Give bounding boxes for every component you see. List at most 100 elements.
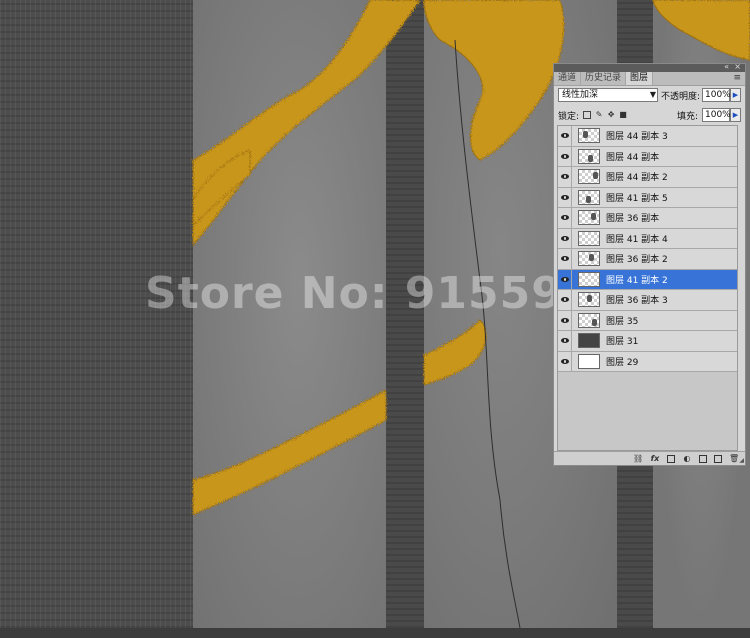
opacity-label: 不透明度: [660,91,701,102]
lock-paint-icon[interactable]: ✎ [595,111,603,119]
layer-name: 图层 31 [606,337,639,348]
close-icon[interactable]: × [734,62,741,72]
layer-name: 图层 35 [606,316,639,327]
thumbnail-content [591,213,596,221]
layer-thumbnail [578,189,600,205]
visibility-toggle[interactable] [558,187,572,207]
chevron-down-icon[interactable]: ▼ [650,89,656,101]
layer-row[interactable]: 图层 36 副本 [558,208,737,229]
thumbnail-content [586,195,591,203]
opacity-input[interactable]: 100% [702,88,731,102]
lock-label: 锁定: [558,111,580,122]
blend-mode-select[interactable]: 线性加深 ▼ [558,88,658,102]
visibility-toggle[interactable] [558,249,572,269]
visibility-toggle[interactable] [558,167,572,187]
fill-label: 填充: [676,111,698,122]
gold-vein [423,319,487,386]
tab-history[interactable]: 历史记录 [581,72,627,85]
layer-name: 图层 41 副本 2 [606,275,668,286]
eye-icon [560,297,569,303]
layer-name: 图层 36 副本 2 [606,255,668,266]
layer-row[interactable]: 图层 36 副本 2 [558,249,737,270]
lock-position-icon[interactable]: ✥ [607,111,615,119]
eye-icon [560,358,569,364]
visibility-toggle[interactable] [558,208,572,228]
visibility-toggle[interactable] [558,310,572,330]
fx-icon[interactable]: fx [650,454,660,463]
layer-name: 图层 44 副本 3 [606,132,668,143]
mask-icon[interactable] [667,454,675,463]
visibility-toggle[interactable] [558,228,572,248]
opacity-stepper-icon[interactable]: ▶ [730,88,741,102]
new-layer-icon[interactable] [714,454,722,463]
layer-row[interactable]: 图层 31 [558,331,737,352]
layer-name: 图层 41 副本 5 [606,193,668,204]
visibility-toggle[interactable] [558,331,572,351]
thumbnail-content [587,295,592,303]
gold-vein [192,0,421,247]
layer-thumbnail [578,251,600,267]
group-icon[interactable] [699,454,707,463]
visibility-toggle[interactable] [558,269,572,289]
layer-thumbnail [578,292,600,308]
gold-vein [192,389,387,516]
layers-panel[interactable]: « × 通道 历史记录 图层 ≡ 线性加深 ▼ 不透明度: 100% ▶ 锁定:… [553,62,746,466]
layer-name: 图层 36 副本 3 [606,296,668,307]
layer-row[interactable]: 图层 41 副本 4 [558,228,737,249]
layer-list[interactable]: 图层 44 副本 3 图层 44 副本图层 44 副本 2 图层 41 副本 5 图层… [557,125,738,451]
blend-mode-value: 线性加深 [562,90,599,100]
eye-icon [560,153,569,159]
layer-name: 图层 29 [606,357,639,368]
layer-row[interactable]: 图层 44 副本 2 [558,167,737,188]
layer-row[interactable]: 图层 44 副本 3 [558,126,737,147]
gold-vein [423,0,565,161]
link-icon[interactable]: ⛓ [633,454,643,463]
visibility-toggle[interactable] [558,146,572,166]
collapse-icon[interactable]: « [724,62,729,72]
layer-name: 图层 41 副本 4 [606,234,668,245]
eye-icon [560,133,569,139]
visibility-toggle[interactable] [558,351,572,371]
lock-row: 锁定: ✎ ✥ ■ 填充: 100% ▶ [558,108,741,122]
tab-layers[interactable]: 图层 [626,72,654,85]
panel-menu-icon[interactable]: ≡ [729,72,745,85]
layer-thumbnail [578,312,600,328]
thumbnail-content [583,131,588,139]
thumbnail-content [592,318,597,326]
layer-row[interactable]: 图层 44 副本 [558,146,737,167]
eye-icon [560,317,569,323]
layer-thumbnail [578,333,600,349]
blend-row: 线性加深 ▼ 不透明度: 100% ▶ [558,87,741,103]
thumbnail-content [589,254,594,262]
eye-icon [560,235,569,241]
fill-stepper-icon[interactable]: ▶ [730,108,741,122]
fill-input[interactable]: 100% [702,108,731,122]
visibility-toggle[interactable] [558,126,572,146]
trash-icon[interactable]: 🗑 [729,454,739,463]
visibility-toggle[interactable] [558,290,572,310]
layer-name: 图层 44 副本 2 [606,173,668,184]
layer-thumbnail [578,230,600,246]
lock-transparent-icon[interactable] [583,111,592,119]
eye-icon [560,174,569,180]
layer-row[interactable]: 图层 36 副本 3 [558,290,737,311]
layer-thumbnail [578,271,600,287]
layer-thumbnail [578,148,600,164]
panel-footer: ⛓ fx ◐ 🗑 ◢ [554,451,745,465]
eye-icon [560,194,569,200]
layer-thumbnail [578,169,600,185]
panel-titlebar[interactable]: « × [554,62,745,72]
eye-icon [560,215,569,221]
tab-channels[interactable]: 通道 [554,72,582,85]
thumbnail-content [593,172,598,180]
layer-row[interactable]: 图层 35 [558,310,737,331]
layer-row[interactable]: 图层 41 副本 5 [558,187,737,208]
status-bar [0,628,750,638]
layer-row[interactable]: 图层 41 副本 2 [558,269,737,290]
resize-grip-icon[interactable]: ◢ [739,457,744,464]
layer-thumbnail [578,210,600,226]
adjustment-icon[interactable]: ◐ [682,454,692,463]
layer-row[interactable]: 图层 29 [558,351,737,372]
lock-all-icon[interactable]: ■ [619,111,627,119]
store-watermark: Store No: 91559 [145,268,563,319]
